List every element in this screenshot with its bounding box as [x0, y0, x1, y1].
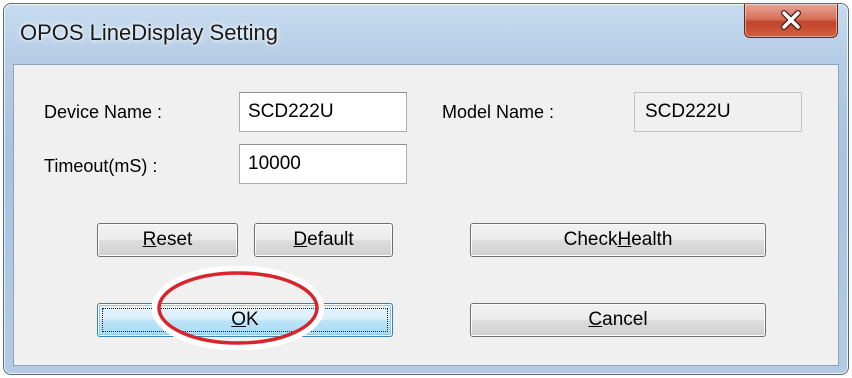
- dialog-window: OPOS LineDisplay Setting Device Name : S…: [3, 3, 849, 375]
- default-button[interactable]: Default: [254, 223, 393, 257]
- model-name-field: SCD222U: [634, 92, 802, 132]
- timeout-field[interactable]: 10000: [239, 144, 407, 184]
- checkhealth-label-before: Check: [563, 229, 618, 250]
- default-mnemonic: D: [293, 229, 308, 250]
- ok-label-rest: K: [246, 309, 259, 330]
- model-name-label: Model Name :: [442, 102, 555, 122]
- checkhealth-button[interactable]: CheckHealth: [470, 223, 766, 257]
- close-icon: [781, 10, 801, 30]
- reset-label-rest: eset: [156, 229, 193, 250]
- device-name-label: Device Name :: [44, 102, 163, 122]
- reset-mnemonic: R: [142, 229, 157, 250]
- dialog-client-area: Device Name : SCD222U Model Name : SCD22…: [13, 64, 839, 366]
- close-button[interactable]: [744, 4, 838, 38]
- default-label-rest: efault: [307, 229, 354, 250]
- reset-button[interactable]: Reset: [97, 223, 238, 257]
- timeout-label: Timeout(mS) :: [44, 156, 158, 176]
- device-name-field[interactable]: SCD222U: [239, 92, 407, 132]
- cancel-label-rest: ancel: [602, 309, 648, 330]
- checkhealth-label-after: ealth: [631, 229, 673, 250]
- window-title: OPOS LineDisplay Setting: [20, 20, 279, 45]
- ok-mnemonic: O: [231, 309, 247, 330]
- ok-button[interactable]: OK: [97, 303, 393, 337]
- checkhealth-mnemonic: H: [617, 229, 632, 250]
- cancel-mnemonic: C: [588, 309, 603, 330]
- cancel-button[interactable]: Cancel: [470, 303, 766, 337]
